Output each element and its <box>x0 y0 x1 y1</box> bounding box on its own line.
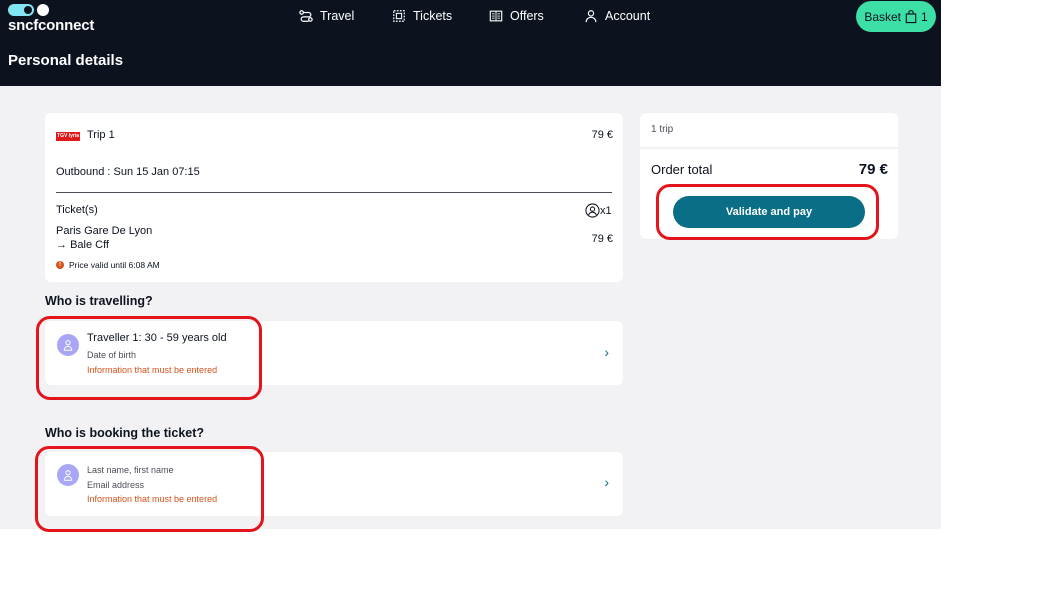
ticket-icon <box>393 10 405 22</box>
validate-and-pay-button[interactable]: Validate and pay <box>673 196 865 228</box>
trip-name: Trip 1 <box>87 129 115 141</box>
nav-account-label: Account <box>605 9 651 23</box>
nav-travel[interactable]: Travel <box>299 8 354 24</box>
passenger-count: x1 <box>600 205 612 217</box>
destination-row: → Bale Cff <box>56 239 109 251</box>
order-summary-card: 1 trip Order total 79 € Validate and pay <box>640 113 898 239</box>
brand-name: sncfconnect <box>8 17 95 34</box>
nav-travel-label: Travel <box>320 9 355 23</box>
trip-price: 79 € <box>591 129 613 141</box>
price-validity: Price valid until 6:08 AM <box>69 260 160 270</box>
chevron-right-icon: › <box>604 474 609 490</box>
outbound-info: Outbound : Sun 15 Jan 07:15 <box>56 166 200 178</box>
offers-icon <box>489 10 503 22</box>
warning-icon: ! <box>56 261 64 269</box>
destination-station: Bale Cff <box>70 239 109 251</box>
required-note: Information that must be entered <box>87 365 218 375</box>
tgv-lyria-logo: TGV lyria <box>56 132 80 141</box>
traveller-1-card[interactable]: Traveller 1: 30 - 59 years old Date of b… <box>45 321 623 385</box>
nav-tickets[interactable]: Tickets <box>392 8 452 24</box>
basket-count: 1 <box>921 9 928 24</box>
basket-label: Basket <box>864 9 901 24</box>
name-label: Last name, first name <box>87 465 174 475</box>
arrow-icon: → <box>56 239 67 251</box>
nav-offers-label: Offers <box>510 9 544 23</box>
ticket-price: 79 € <box>591 233 613 245</box>
top-header: sncfconnect Travel Tickets Offers Accoun… <box>0 0 941 86</box>
page-title: Personal details <box>8 52 124 69</box>
trip-card: TGV lyria Trip 1 79 € Outbound : Sun 15 … <box>45 113 623 282</box>
trip-count: 1 trip <box>651 124 674 135</box>
order-total-label: Order total <box>651 162 713 177</box>
nav-tickets-label: Tickets <box>413 9 453 23</box>
email-label: Email address <box>87 480 145 490</box>
summary-divider <box>640 147 898 149</box>
traveller-title: Traveller 1: 30 - 59 years old <box>87 332 227 344</box>
train-icon <box>299 10 313 22</box>
trip-divider <box>56 192 612 193</box>
booker-card[interactable]: Last name, first name Email address Info… <box>45 452 623 516</box>
nav-account[interactable]: Account <box>584 8 650 24</box>
logo-circle <box>37 4 49 16</box>
basket-icon <box>905 9 917 23</box>
user-avatar-icon <box>57 334 79 356</box>
passenger-icon <box>585 203 600 218</box>
app-window: sncfconnect Travel Tickets Offers Accoun… <box>0 0 941 529</box>
required-note: Information that must be entered <box>87 494 218 504</box>
nav-offers[interactable]: Offers <box>489 8 544 24</box>
tickets-label: Ticket(s) <box>56 204 98 216</box>
chevron-right-icon: › <box>604 344 609 360</box>
booker-section-title: Who is booking the ticket? <box>45 426 205 440</box>
order-total-value: 79 € <box>858 161 888 178</box>
dob-label: Date of birth <box>87 350 137 360</box>
origin-station: Paris Gare De Lyon <box>56 225 153 237</box>
logo-dot <box>24 6 32 14</box>
travellers-section-title: Who is travelling? <box>45 294 153 308</box>
user-avatar-icon <box>57 464 79 486</box>
account-icon <box>585 10 597 23</box>
sncf-connect-logo[interactable]: sncfconnect <box>8 4 98 34</box>
basket-button[interactable]: Basket 1 <box>856 1 936 32</box>
